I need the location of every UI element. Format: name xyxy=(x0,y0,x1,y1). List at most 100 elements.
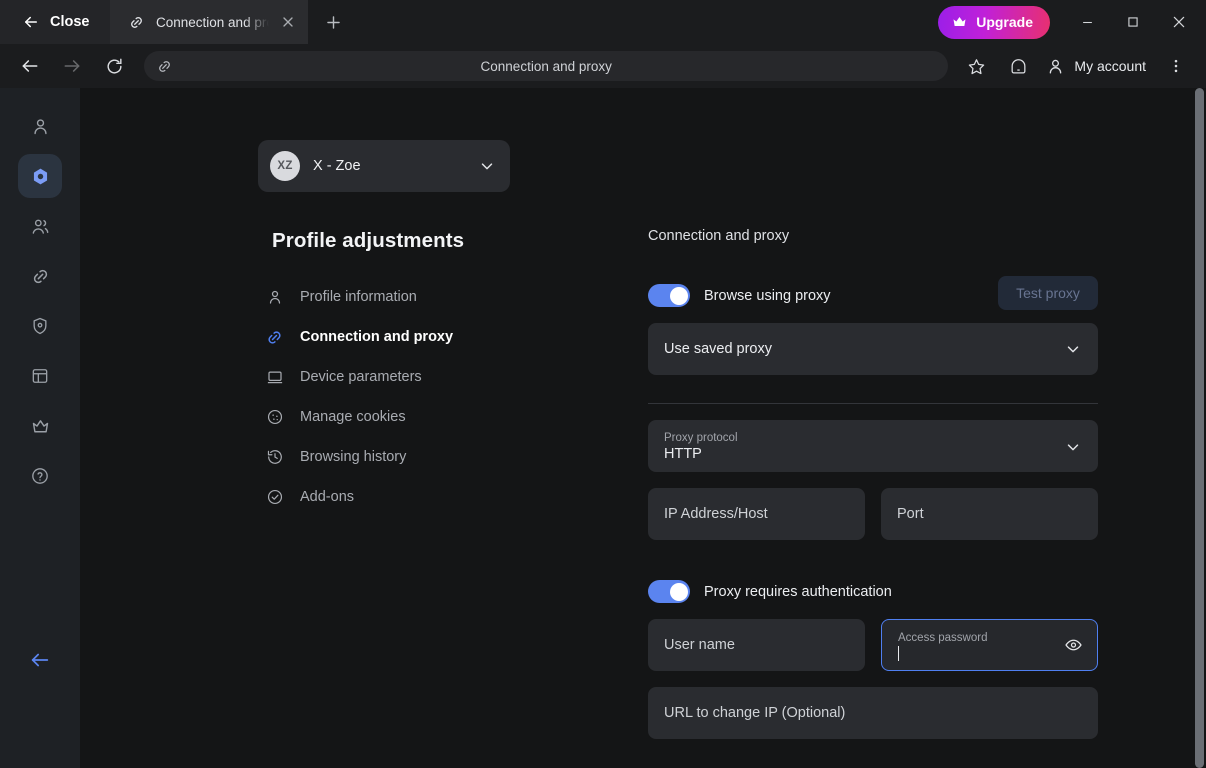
browser-window: Close Connection and proxy xyxy=(0,0,1206,768)
sidebar-item-locations[interactable] xyxy=(18,304,62,348)
maximize-icon xyxy=(1126,15,1140,29)
browse-using-proxy-label: Browse using proxy xyxy=(704,287,831,304)
upgrade-button[interactable]: Upgrade xyxy=(938,5,1050,39)
sidebar-collapse-button[interactable] xyxy=(18,638,62,682)
eye-icon[interactable] xyxy=(1064,636,1083,655)
sidebar-item-browser-profiles[interactable] xyxy=(18,154,62,198)
sidebar-item-help[interactable] xyxy=(18,454,62,498)
more-vertical-icon xyxy=(1167,57,1185,75)
proxy-protocol-value: HTTP xyxy=(664,446,702,462)
content-area: XZ X - Zoe Profile adjustments Profile i… xyxy=(80,88,1206,768)
proxy-source-select[interactable]: Use saved proxy xyxy=(648,323,1098,375)
sidebar-item-profile[interactable] xyxy=(18,104,62,148)
shield-location-icon xyxy=(30,316,50,336)
section-divider xyxy=(648,403,1098,404)
profile-selector[interactable]: XZ X - Zoe xyxy=(258,140,510,192)
nav-item-connection-and-proxy[interactable]: Connection and proxy xyxy=(258,317,528,357)
close-window-button[interactable]: Close xyxy=(0,0,110,44)
close-button[interactable] xyxy=(1156,0,1202,44)
link-icon xyxy=(156,58,173,75)
help-icon xyxy=(30,466,50,486)
maximize-button[interactable] xyxy=(1110,0,1156,44)
minimize-button[interactable] xyxy=(1064,0,1110,44)
requires-auth-row: Proxy requires authentication xyxy=(648,580,1098,603)
sidebar-item-team[interactable] xyxy=(18,204,62,248)
link-icon xyxy=(265,328,284,347)
minimize-icon xyxy=(1080,15,1095,30)
profile-icon xyxy=(30,116,51,137)
sidebar-item-proxies[interactable] xyxy=(18,254,62,298)
proxy-requires-authentication-toggle[interactable] xyxy=(648,580,690,603)
check-circle-icon xyxy=(265,488,284,507)
browse-using-proxy-toggle[interactable] xyxy=(648,284,690,307)
access-password-input[interactable]: Access password xyxy=(881,619,1098,671)
close-window-label: Close xyxy=(50,14,90,30)
proxy-settings-form: Connection and proxy Browse using proxy … xyxy=(648,88,1098,768)
home-button[interactable] xyxy=(998,46,1038,86)
nav-item-label: Manage cookies xyxy=(300,409,406,425)
toggle-knob xyxy=(669,286,688,305)
proxy-protocol-label: Proxy protocol xyxy=(664,432,738,444)
nav-item-label: Profile information xyxy=(300,289,417,305)
scrollbar-thumb[interactable] xyxy=(1195,88,1204,768)
text-cursor xyxy=(898,645,899,661)
test-proxy-button[interactable]: Test proxy xyxy=(998,276,1098,310)
arrow-right-icon xyxy=(62,56,82,76)
address-bar[interactable]: Connection and proxy xyxy=(144,51,949,81)
ip-host-input[interactable]: IP Address/Host xyxy=(648,488,865,540)
arrow-left-icon xyxy=(20,56,40,76)
proxy-source-value: Use saved proxy xyxy=(664,341,772,357)
change-ip-url-input[interactable]: URL to change IP (Optional) xyxy=(648,687,1098,739)
tab-strip: Connection and proxy xyxy=(110,0,938,44)
nav-item-device-parameters[interactable]: Device parameters xyxy=(258,357,528,397)
arrow-left-icon xyxy=(22,13,40,31)
browser-menu-button[interactable] xyxy=(1156,46,1196,86)
title-bar: Close Connection and proxy xyxy=(0,0,1206,44)
bookmark-button[interactable] xyxy=(956,46,996,86)
page-title: Profile adjustments xyxy=(272,229,465,252)
crown-icon xyxy=(951,14,968,30)
nav-item-manage-cookies[interactable]: Manage cookies xyxy=(258,397,528,437)
person-icon xyxy=(1046,57,1065,76)
reload-icon xyxy=(105,57,124,76)
forward-button[interactable] xyxy=(52,46,92,86)
nav-item-add-ons[interactable]: Add-ons xyxy=(258,477,528,517)
new-tab-button[interactable] xyxy=(308,0,358,44)
back-button[interactable] xyxy=(10,46,50,86)
sidebar-item-upgrade[interactable] xyxy=(18,404,62,448)
reload-button[interactable] xyxy=(94,46,134,86)
content-scrollbar[interactable] xyxy=(1192,88,1206,768)
team-icon xyxy=(30,216,51,237)
app-body: XZ X - Zoe Profile adjustments Profile i… xyxy=(0,88,1206,768)
address-bar-text: Connection and proxy xyxy=(480,58,612,74)
ip-host-placeholder: IP Address/Host xyxy=(664,506,768,522)
credentials-row: User name Access password xyxy=(648,619,1098,671)
my-account-button[interactable]: My account xyxy=(1040,57,1154,76)
star-icon xyxy=(967,57,986,76)
settings-nav-list: Profile information Connection and proxy xyxy=(258,277,528,517)
user-name-input[interactable]: User name xyxy=(648,619,865,671)
tab-title: Connection and proxy xyxy=(156,14,269,30)
chevron-down-icon xyxy=(1064,438,1082,456)
nav-item-browsing-history[interactable]: Browsing history xyxy=(258,437,528,477)
chevron-down-icon xyxy=(1064,340,1082,358)
proxy-protocol-select[interactable]: Proxy protocol HTTP xyxy=(648,420,1098,472)
navigation-bar: Connection and proxy My account xyxy=(0,44,1206,88)
nav-item-label: Add-ons xyxy=(300,489,355,505)
tab-close-icon[interactable] xyxy=(280,14,296,30)
access-password-label: Access password xyxy=(898,631,988,644)
port-input[interactable]: Port xyxy=(881,488,1098,540)
browser-tab[interactable]: Connection and proxy xyxy=(110,0,308,44)
icon-rail xyxy=(0,88,80,768)
nav-item-label: Device parameters xyxy=(300,369,422,385)
profile-name: X - Zoe xyxy=(313,158,361,174)
avatar: XZ xyxy=(270,151,300,181)
nav-item-profile-information[interactable]: Profile information xyxy=(258,277,528,317)
sidebar-item-dashboard[interactable] xyxy=(18,354,62,398)
chevron-down-icon xyxy=(478,157,496,175)
person-icon xyxy=(265,288,284,307)
port-placeholder: Port xyxy=(897,506,924,522)
window-controls: Upgrade xyxy=(938,0,1206,44)
nav-item-label: Browsing history xyxy=(300,449,407,465)
link-icon xyxy=(128,14,145,31)
